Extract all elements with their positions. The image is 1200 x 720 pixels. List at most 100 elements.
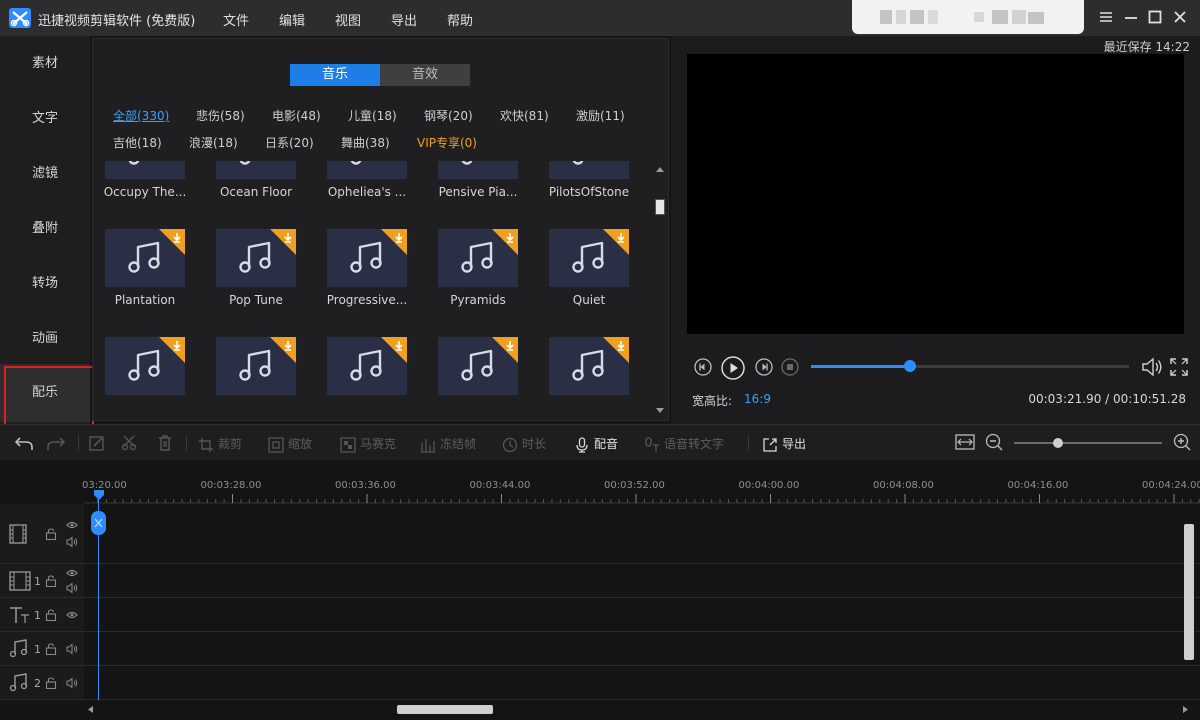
menu-export[interactable]: 导出 — [391, 10, 417, 29]
music-thumbnail[interactable] — [216, 161, 296, 179]
download-badge-icon[interactable] — [603, 337, 629, 363]
music-card[interactable]: PilotsOfStone — [537, 161, 641, 211]
voiceover-button[interactable]: 配音 — [574, 435, 618, 453]
scroll-down-arrow-icon[interactable] — [655, 407, 665, 415]
category-guitar[interactable]: 吉他(18) — [113, 134, 162, 151]
menu-file[interactable]: 文件 — [223, 10, 249, 29]
playhead-marker-icon[interactable] — [94, 490, 104, 500]
music-thumbnail[interactable] — [549, 337, 629, 395]
music-card[interactable] — [426, 337, 530, 420]
fit-timeline-icon[interactable] — [955, 433, 975, 451]
music-card[interactable]: Pop Tune — [204, 229, 308, 319]
category-dance[interactable]: 舞曲(38) — [341, 134, 390, 151]
zoom-out-icon[interactable] — [985, 433, 1003, 451]
play-icon[interactable] — [721, 356, 745, 380]
music-thumbnail[interactable] — [216, 229, 296, 287]
menu-edit[interactable]: 编辑 — [279, 10, 305, 29]
track-text[interactable]: 1 — [0, 598, 1200, 632]
music-card[interactable]: Ocean Floor — [204, 161, 308, 211]
music-card[interactable] — [204, 337, 308, 420]
zoom-in-icon[interactable] — [1173, 433, 1191, 451]
aspect-ratio-value[interactable]: 16:9 — [744, 392, 771, 406]
stop-icon[interactable] — [781, 358, 799, 376]
zoom-effect-button[interactable]: 缩放 — [268, 435, 312, 453]
next-frame-icon[interactable] — [755, 358, 773, 376]
music-thumbnail[interactable] — [549, 161, 629, 179]
redo-icon[interactable] — [46, 434, 66, 452]
playback-progress-bar[interactable] — [811, 360, 1129, 372]
playhead-split-handle[interactable] — [91, 511, 106, 535]
music-thumbnail[interactable] — [438, 229, 518, 287]
lock-icon[interactable] — [45, 528, 57, 540]
category-motivational[interactable]: 激励(11) — [576, 107, 625, 124]
category-vip[interactable]: VIP专享(0) — [417, 134, 477, 151]
video-preview-screen[interactable] — [687, 54, 1184, 334]
download-badge-icon[interactable] — [492, 337, 518, 363]
music-card[interactable]: Plantation — [93, 229, 197, 319]
music-thumbnail[interactable] — [438, 337, 518, 395]
tab-animation[interactable]: 动画 — [0, 311, 90, 366]
music-card[interactable]: Opheliea's ... — [315, 161, 419, 211]
scroll-left-arrow-icon[interactable] — [86, 705, 94, 714]
category-sad[interactable]: 悲伤(58) — [196, 107, 245, 124]
timeline-vertical-scroll-thumb[interactable] — [1184, 524, 1194, 660]
music-thumbnail[interactable] — [327, 337, 407, 395]
category-piano[interactable]: 钢琴(20) — [424, 107, 473, 124]
playback-progress-handle[interactable] — [903, 360, 916, 372]
undo-icon[interactable] — [14, 434, 34, 452]
download-badge-icon[interactable] — [159, 337, 185, 363]
category-all[interactable]: 全部(330) — [113, 107, 169, 124]
account-area-blurred[interactable] — [852, 0, 1084, 34]
time-ruler[interactable]: 03:20.00 00:03:28.00 00:03:36.00 00:03:44.0… — [82, 460, 1200, 504]
duration-button[interactable]: 时长 — [502, 435, 546, 453]
crop-button[interactable]: 裁剪 — [198, 435, 242, 453]
scroll-up-arrow-icon[interactable] — [655, 165, 665, 173]
volume-icon[interactable] — [1141, 356, 1163, 378]
music-thumbnail[interactable] — [327, 229, 407, 287]
tab-media[interactable]: 素材 — [0, 36, 90, 91]
music-card[interactable]: Occupy The... — [93, 161, 197, 211]
download-badge-icon[interactable] — [270, 337, 296, 363]
scroll-right-arrow-icon[interactable] — [1182, 705, 1190, 714]
tab-text[interactable]: 文字 — [0, 91, 90, 146]
track-music-1[interactable]: 1 — [0, 632, 1200, 666]
lock-icon[interactable] — [45, 575, 57, 587]
tab-overlay[interactable]: 叠附 — [0, 201, 90, 256]
download-badge-icon[interactable] — [381, 337, 407, 363]
track-volume-icon[interactable] — [66, 677, 78, 689]
speech-to-text-button[interactable]: 语音转文字 — [644, 435, 724, 453]
category-japanese[interactable]: 日系(20) — [265, 134, 314, 151]
segment-sound-effects[interactable]: 音效 — [380, 64, 470, 86]
lock-icon[interactable] — [45, 643, 57, 655]
lock-icon[interactable] — [45, 677, 57, 689]
library-scroll-thumb[interactable] — [655, 199, 665, 215]
category-kids[interactable]: 儿童(18) — [348, 107, 397, 124]
edit-clip-icon[interactable] — [88, 434, 106, 452]
visibility-eye-icon[interactable] — [66, 520, 78, 530]
close-icon[interactable] — [1173, 10, 1187, 24]
timeline-zoom-handle[interactable] — [1053, 438, 1064, 448]
export-button[interactable]: 导出 — [762, 435, 806, 453]
music-thumbnail[interactable] — [327, 161, 407, 179]
music-card[interactable] — [93, 337, 197, 420]
music-card[interactable]: Pyramids — [426, 229, 530, 319]
tab-filter[interactable]: 滤镜 — [0, 146, 90, 201]
timeline-zoom-slider[interactable] — [1014, 438, 1162, 448]
timeline-vertical-scrollbar[interactable] — [1183, 518, 1195, 702]
music-thumbnail[interactable] — [105, 337, 185, 395]
maximize-icon[interactable] — [1148, 10, 1162, 24]
track-main-video[interactable] — [0, 504, 1200, 564]
category-movie[interactable]: 电影(48) — [272, 107, 321, 124]
timeline-horizontal-scrollbar[interactable] — [84, 702, 1194, 716]
music-thumbnail[interactable] — [105, 161, 185, 179]
music-card[interactable] — [315, 337, 419, 420]
track-music-2[interactable]: 2 — [0, 666, 1200, 700]
music-thumbnail[interactable] — [438, 161, 518, 179]
download-badge-icon[interactable] — [603, 229, 629, 255]
segment-music[interactable]: 音乐 — [290, 64, 380, 86]
download-badge-icon[interactable] — [492, 229, 518, 255]
menu-view[interactable]: 视图 — [335, 10, 361, 29]
visibility-eye-icon[interactable] — [66, 568, 78, 578]
library-scrollbar[interactable] — [653, 161, 667, 419]
lock-icon[interactable] — [45, 609, 57, 621]
